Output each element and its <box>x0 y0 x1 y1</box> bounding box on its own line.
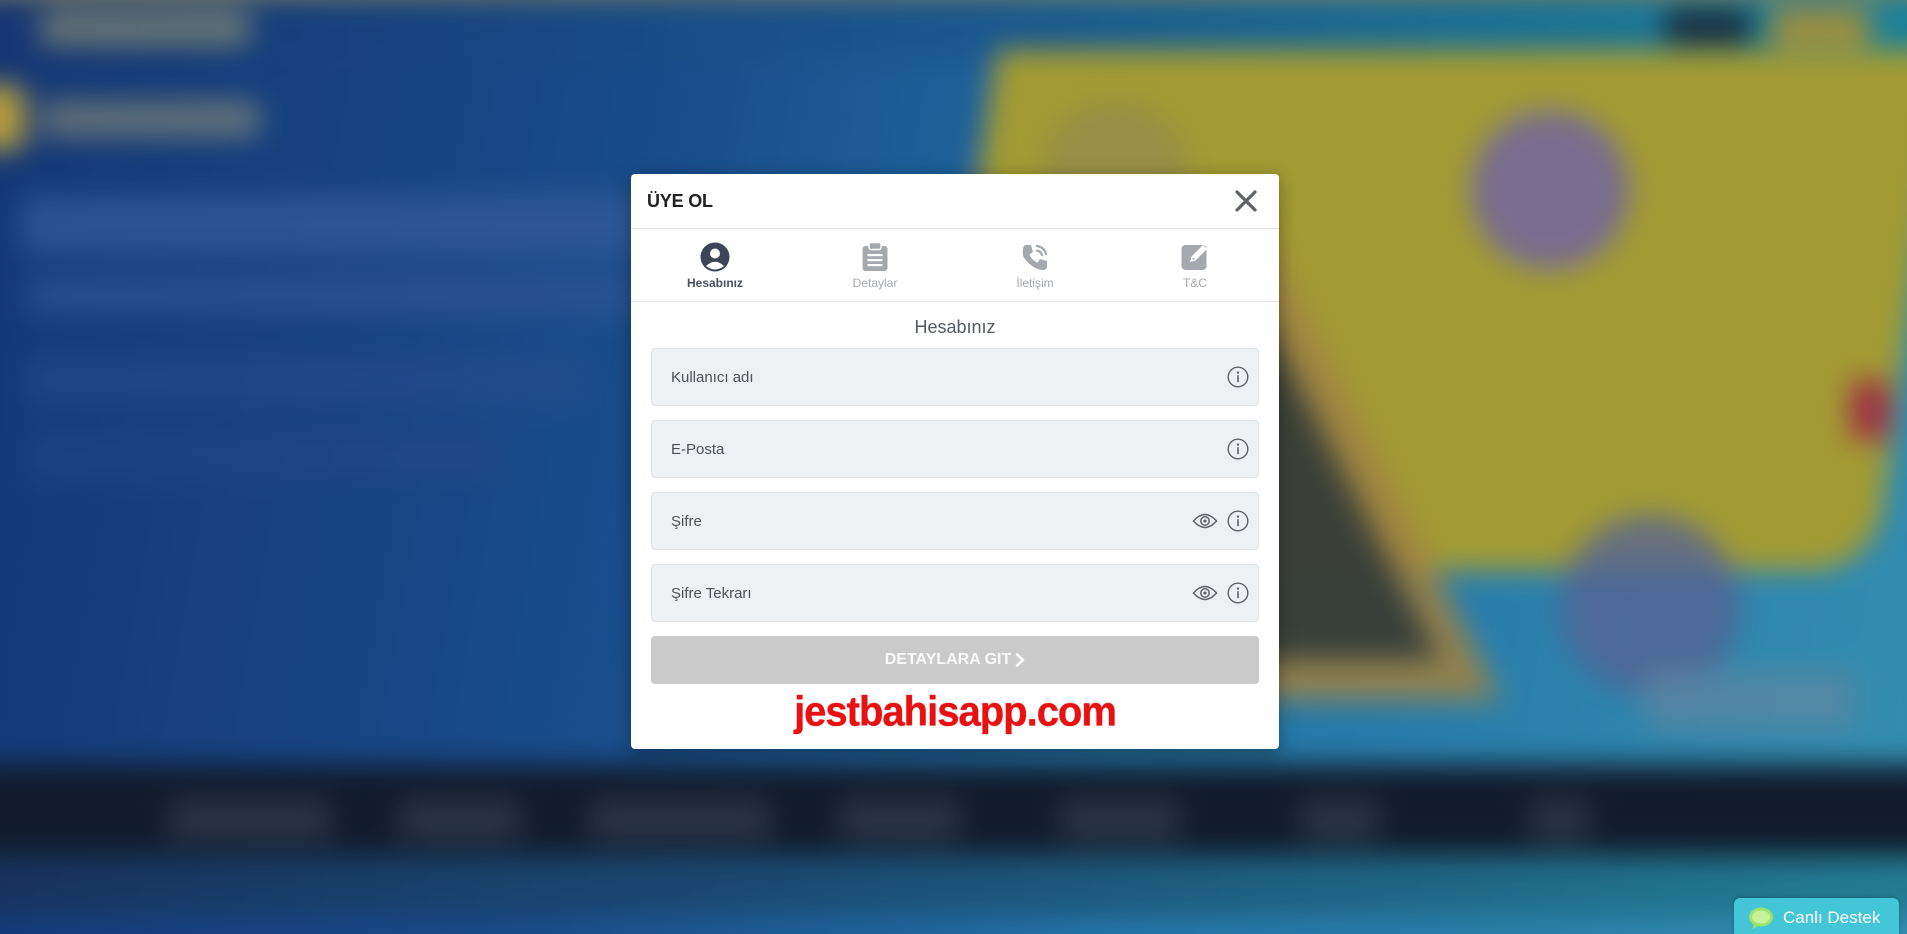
password-input[interactable] <box>652 493 1192 549</box>
step-tab-iletisim[interactable]: İletişim <box>955 229 1115 301</box>
step-tabs: Hesabınız Detaylar İletişim T&C <box>631 229 1279 302</box>
step-tab-hesabiniz[interactable]: Hesabınız <box>635 229 795 301</box>
step-label: Hesabınız <box>686 276 743 290</box>
step-tab-tc[interactable]: T&C <box>1115 229 1275 301</box>
modal-title: ÜYE OL <box>647 190 713 211</box>
live-support-button[interactable]: Canlı Destek <box>1734 898 1899 934</box>
clipboard-icon <box>859 241 891 273</box>
section-title: Hesabınız <box>914 317 996 337</box>
form-body: Hesabınız Kullanıcı adı E-Posta DETAYLAR… <box>631 317 1279 740</box>
info-icon[interactable] <box>1226 365 1250 389</box>
step-label: İletişim <box>1016 276 1054 290</box>
modal-header: ÜYE OL <box>631 174 1279 229</box>
password-repeat-input[interactable] <box>652 565 1192 621</box>
close-button[interactable] <box>1231 186 1261 216</box>
watermark-text: jestbahisapp.com <box>794 688 1117 736</box>
show-password-eye-icon[interactable] <box>1192 509 1218 533</box>
password-repeat-field-wrapper <box>651 564 1259 622</box>
info-icon[interactable] <box>1226 437 1250 461</box>
info-icon[interactable] <box>1226 581 1250 605</box>
footer-area: jestbahisapp.com <box>651 688 1259 740</box>
live-support-label: Canlı Destek <box>1783 908 1881 927</box>
email-input[interactable] <box>652 421 1226 477</box>
info-icon[interactable] <box>1226 509 1250 533</box>
chat-bubble-icon <box>1749 907 1773 930</box>
show-password-eye-icon[interactable] <box>1192 581 1218 605</box>
user-circle-icon <box>699 241 731 273</box>
phone-icon <box>1019 241 1051 273</box>
next-details-button[interactable]: DETAYLARA GIT <box>651 636 1259 684</box>
username-input[interactable] <box>652 349 1226 405</box>
edit-icon <box>1179 241 1211 273</box>
password-field-wrapper <box>651 492 1259 550</box>
step-label: Detaylar <box>852 276 898 290</box>
close-icon <box>1235 190 1257 212</box>
email-field-wrapper <box>651 420 1259 478</box>
register-modal: ÜYE OL Hesabınız Detaylar İletişim T&C H… <box>631 174 1279 749</box>
chevron-right-icon <box>1015 653 1025 667</box>
step-label: T&C <box>1183 276 1207 290</box>
username-field-wrapper <box>651 348 1259 406</box>
next-details-label: DETAYLARA GIT <box>884 651 1012 668</box>
step-tab-detaylar[interactable]: Detaylar <box>795 229 955 301</box>
